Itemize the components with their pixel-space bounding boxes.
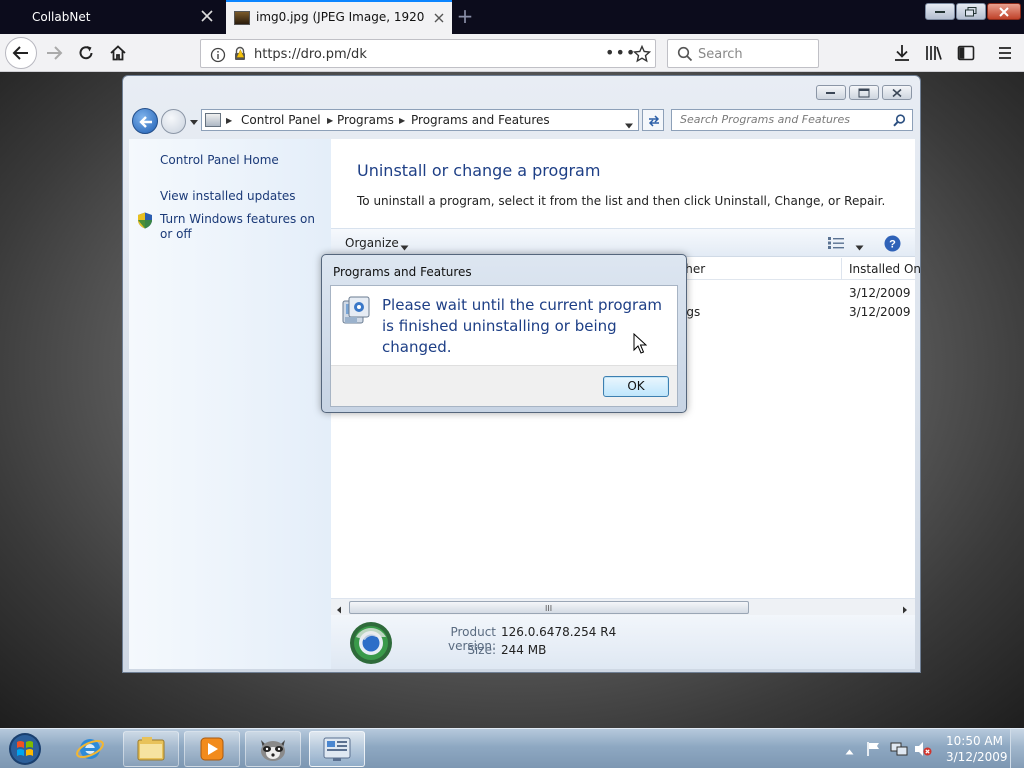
minimize-button[interactable] xyxy=(925,3,955,20)
url-text: https://dro.pm/dk xyxy=(254,47,367,62)
dialog-body: Please wait until the current program is… xyxy=(330,285,678,407)
close-tab-icon[interactable] xyxy=(432,11,446,25)
search-icon[interactable] xyxy=(893,114,906,127)
page-title: Uninstall or change a program xyxy=(357,161,601,180)
network-icon[interactable] xyxy=(890,741,908,760)
taskbar-media-player[interactable] xyxy=(184,731,240,767)
table-cell-installed-on: 3/12/2009 xyxy=(849,305,911,319)
library-icon[interactable] xyxy=(924,43,944,63)
taskbar: 10:50 AM 3/12/2009 xyxy=(0,728,1024,768)
organize-button[interactable]: Organize xyxy=(345,236,399,250)
sidebar-icon[interactable] xyxy=(956,43,976,63)
uac-shield-icon xyxy=(137,212,153,232)
show-hidden-icons-icon[interactable] xyxy=(845,744,854,758)
restore-button[interactable] xyxy=(956,3,986,20)
chevron-down-icon[interactable] xyxy=(400,240,409,254)
size-label: Size: xyxy=(467,643,496,657)
tab-collabnet[interactable]: CollabNet xyxy=(0,0,226,34)
browser-tab-bar: CollabNet img0.jpg (JPEG Image, 1920 × 1… xyxy=(0,0,1024,34)
breadcrumb-programs-and-features[interactable]: Programs and Features xyxy=(411,113,550,127)
address-dropdown-icon[interactable] xyxy=(624,118,634,132)
new-tab-button[interactable]: + xyxy=(456,6,474,26)
scrollbar-thumb[interactable]: III xyxy=(349,601,749,614)
breadcrumb-programs[interactable]: Programs xyxy=(337,113,394,127)
close-tab-icon[interactable] xyxy=(200,9,214,23)
column-installed-on[interactable]: Installed On xyxy=(849,262,921,276)
download-icon[interactable] xyxy=(892,43,912,63)
explorer-back-button[interactable] xyxy=(132,108,158,134)
column-separator[interactable] xyxy=(841,258,842,280)
tab-image[interactable]: img0.jpg (JPEG Image, 1920 × 1440 pixels… xyxy=(226,0,452,34)
dialog-message: Please wait until the current program is… xyxy=(382,296,663,356)
product-version-value: 126.0.6478.254 R4 xyxy=(501,625,617,639)
refresh-button[interactable] xyxy=(642,109,664,131)
home-button[interactable] xyxy=(104,39,132,67)
search-bar[interactable]: Search xyxy=(667,39,819,68)
bookmark-star-icon[interactable] xyxy=(632,44,652,66)
control-panel-home-link[interactable]: Control Panel Home xyxy=(160,153,279,168)
image-thumbnail-icon xyxy=(234,11,250,25)
window-close-button[interactable] xyxy=(882,85,912,100)
forward-button[interactable] xyxy=(40,39,68,67)
control-panel-icon xyxy=(205,113,221,127)
taskbar-raccoon-app[interactable] xyxy=(245,731,301,767)
ok-button[interactable]: OK xyxy=(603,376,669,397)
navigation-pane: Control Panel Home View installed update… xyxy=(129,139,331,669)
volume-muted-icon[interactable] xyxy=(914,741,932,760)
dialog-title: Programs and Features xyxy=(333,265,472,279)
mouse-cursor-icon xyxy=(633,332,648,358)
taskbar-windows-explorer[interactable] xyxy=(123,731,179,767)
search-placeholder: Search xyxy=(698,47,743,62)
horizontal-scrollbar[interactable]: III xyxy=(331,598,915,615)
chrome-program-icon xyxy=(349,621,393,668)
clock-time[interactable]: 10:50 AM xyxy=(946,734,1003,748)
help-icon[interactable]: ? xyxy=(884,235,901,255)
view-options-dropdown-icon[interactable] xyxy=(855,240,864,254)
show-desktop-button[interactable] xyxy=(1010,729,1024,768)
search-icon xyxy=(677,46,693,65)
details-pane: Product version: 126.0.6478.254 R4 Size:… xyxy=(331,615,915,669)
action-center-flag-icon[interactable] xyxy=(866,741,882,760)
breadcrumb-separator-icon[interactable]: ▶ xyxy=(399,116,405,125)
command-bar: Organize ? xyxy=(331,228,915,257)
scrollbar-grip: III xyxy=(545,604,553,613)
recent-pages-dropdown-icon[interactable] xyxy=(189,116,199,126)
url-bar[interactable]: https://dro.pm/dk ••• xyxy=(200,39,656,68)
close-window-button[interactable] xyxy=(987,3,1021,20)
explorer-forward-button[interactable] xyxy=(161,109,186,134)
programs-and-features-icon xyxy=(341,295,371,330)
reload-button[interactable] xyxy=(72,39,100,67)
tab-title: CollabNet xyxy=(32,10,91,24)
breadcrumb-control-panel[interactable]: Control Panel xyxy=(241,113,321,127)
breadcrumb-separator-icon[interactable]: ▶ xyxy=(226,116,232,125)
svg-text:?: ? xyxy=(889,239,896,251)
dialog-footer: OK xyxy=(331,365,677,406)
address-bar[interactable]: ▶ Control Panel ▶ Programs ▶ Programs an… xyxy=(201,109,639,131)
start-button[interactable] xyxy=(4,731,46,767)
taskbar-control-panel[interactable] xyxy=(309,731,365,767)
search-placeholder: Search Programs and Features xyxy=(680,113,850,126)
window-restore-button[interactable] xyxy=(849,85,879,100)
insecure-lock-icon[interactable] xyxy=(232,46,248,65)
breadcrumb-separator-icon[interactable]: ▶ xyxy=(327,116,333,125)
taskbar-internet-explorer[interactable] xyxy=(62,731,118,767)
view-installed-updates-link[interactable]: View installed updates xyxy=(160,189,296,204)
programs-search-input[interactable]: Search Programs and Features xyxy=(671,109,913,131)
tab-title: img0.jpg (JPEG Image, 1920 × 1440 pixels… xyxy=(256,10,424,24)
page-description: To uninstall a program, select it from t… xyxy=(357,194,886,208)
hamburger-menu-icon[interactable] xyxy=(995,43,1015,63)
info-icon[interactable] xyxy=(210,47,226,66)
change-view-icon[interactable] xyxy=(828,237,844,252)
size-value: 244 MB xyxy=(501,643,547,657)
window-minimize-button[interactable] xyxy=(816,85,846,100)
table-cell-installed-on: 3/12/2009 xyxy=(849,286,911,300)
browser-toolbar: https://dro.pm/dk ••• Search xyxy=(0,34,1024,72)
back-button[interactable] xyxy=(5,37,37,69)
turn-windows-features-link[interactable]: Turn Windows features on or off xyxy=(160,212,320,242)
page-actions-button[interactable]: ••• xyxy=(605,43,636,62)
clock-date[interactable]: 3/12/2009 xyxy=(946,750,1008,764)
